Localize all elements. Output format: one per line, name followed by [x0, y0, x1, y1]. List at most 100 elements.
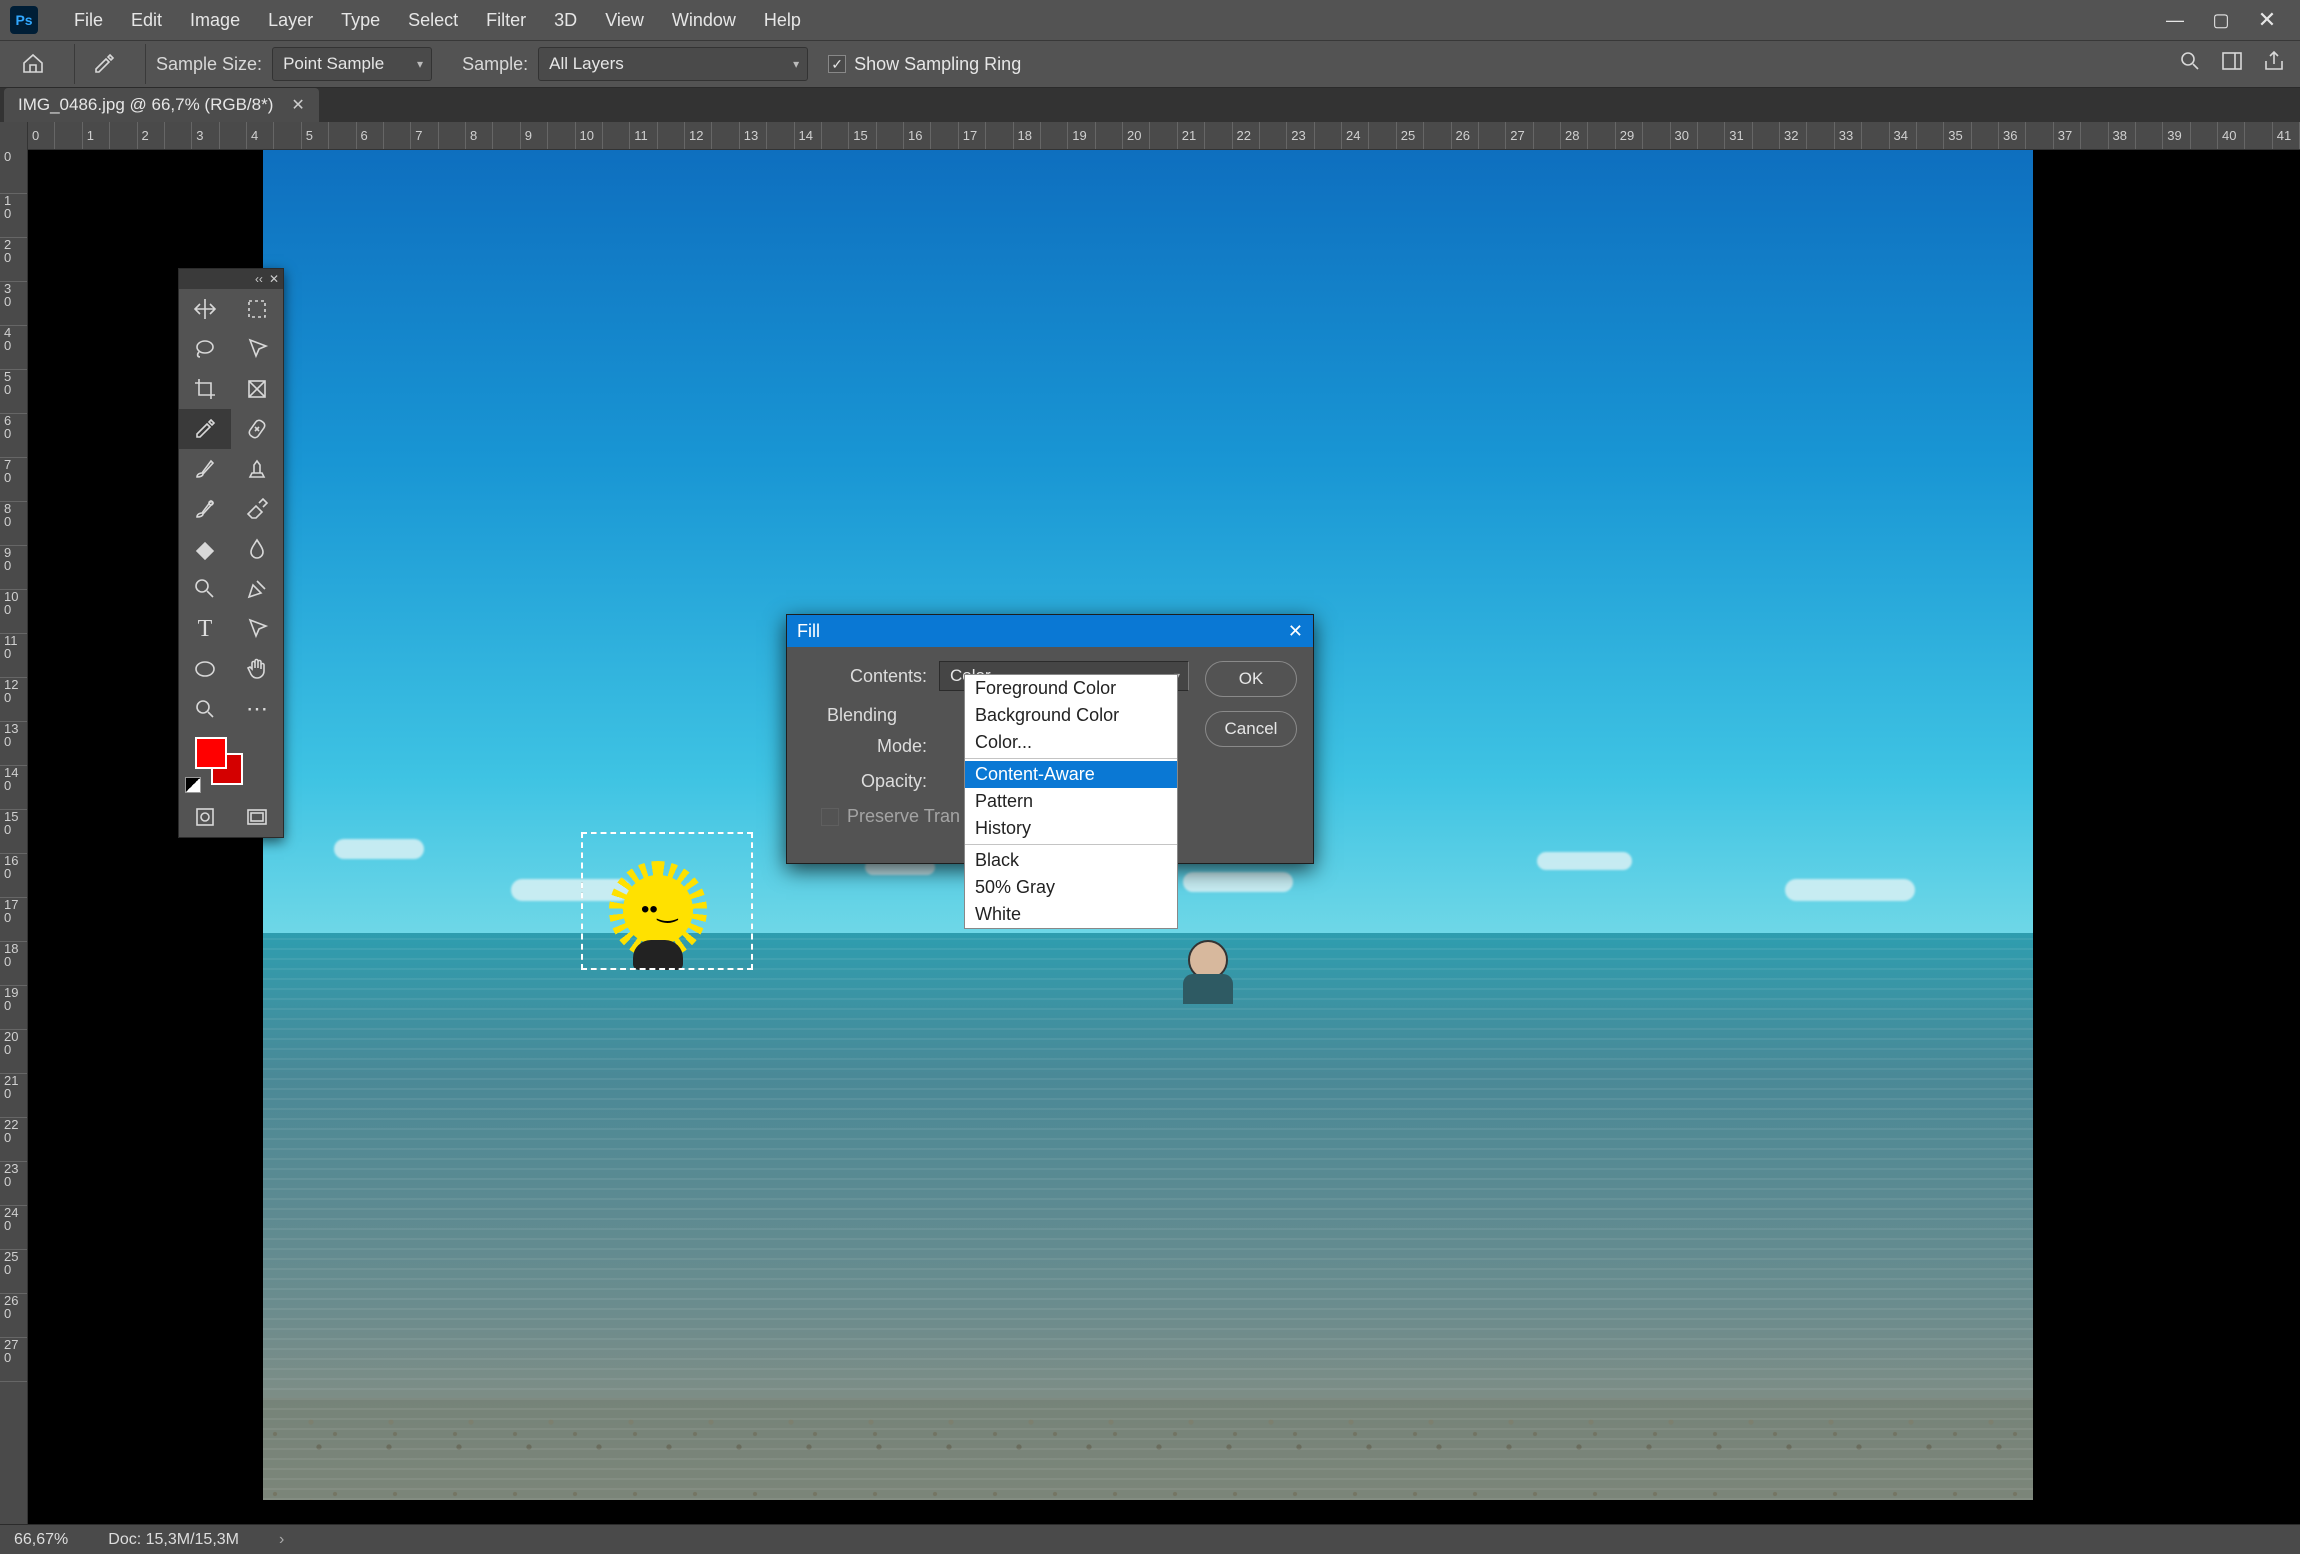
tools-panel[interactable]: ‹‹ ✕ T ⋯: [178, 268, 284, 838]
shape-tool[interactable]: [179, 649, 231, 689]
ruler-tick: 11: [630, 122, 657, 149]
tools-panel-header[interactable]: ‹‹ ✕: [179, 269, 283, 289]
dropdown-option[interactable]: History: [965, 815, 1177, 842]
dropdown-option[interactable]: Foreground Color: [965, 675, 1177, 702]
brush-tool[interactable]: [179, 449, 231, 489]
type-tool[interactable]: T: [179, 609, 231, 649]
dropdown-option[interactable]: Content-Aware: [965, 761, 1177, 788]
dropdown-option[interactable]: Black: [965, 847, 1177, 874]
screen-mode-button[interactable]: [231, 797, 283, 837]
ruler-tick: 130: [0, 722, 27, 766]
workspace-icon[interactable]: [2220, 49, 2244, 80]
menu-layer[interactable]: Layer: [254, 2, 327, 39]
ruler-tick: 10: [0, 194, 27, 238]
marquee-selection[interactable]: [581, 832, 753, 970]
ruler-tick: 17: [959, 122, 986, 149]
options-bar: Sample Size: Point Sample▾ Sample: All L…: [0, 40, 2300, 88]
eyedropper-tool-icon[interactable]: [85, 45, 123, 83]
pen-tool[interactable]: [231, 569, 283, 609]
ruler-tick: 19: [1068, 122, 1095, 149]
share-icon[interactable]: [2262, 49, 2286, 80]
menu-3d[interactable]: 3D: [540, 2, 591, 39]
document-tab[interactable]: IMG_0486.jpg @ 66,7% (RGB/8*) ✕: [4, 88, 319, 122]
path-select-tool[interactable]: [231, 609, 283, 649]
ok-button[interactable]: OK: [1205, 661, 1297, 697]
ruler-tick: [1753, 122, 1780, 149]
ruler-tick: [1096, 122, 1123, 149]
show-sampling-ring-checkbox[interactable]: ✓: [828, 55, 846, 73]
ruler-tick: 32: [1780, 122, 1807, 149]
ruler-tick: 39: [2163, 122, 2190, 149]
window-maximize-button[interactable]: ▢: [2198, 4, 2244, 36]
ruler-tick: [603, 122, 630, 149]
close-icon[interactable]: ✕: [269, 272, 279, 286]
sample-value: All Layers: [549, 54, 624, 74]
ruler-tick: 31: [1725, 122, 1752, 149]
doc-size[interactable]: Doc: 15,3M/15,3M: [108, 1531, 239, 1549]
crop-tool[interactable]: [179, 369, 231, 409]
zoom-tool[interactable]: [179, 689, 231, 729]
color-swatches[interactable]: [179, 729, 283, 797]
zoom-level[interactable]: 66,67%: [14, 1531, 68, 1549]
ruler-tick: [329, 122, 356, 149]
ruler-tick: 26: [1452, 122, 1479, 149]
menu-image[interactable]: Image: [176, 2, 254, 39]
menu-edit[interactable]: Edit: [117, 2, 176, 39]
menu-filter[interactable]: Filter: [472, 2, 540, 39]
blur-tool[interactable]: [231, 529, 283, 569]
move-tool[interactable]: [179, 289, 231, 329]
quick-mask-button[interactable]: [179, 797, 231, 837]
menu-select[interactable]: Select: [394, 2, 472, 39]
dialog-titlebar[interactable]: Fill ✕: [787, 615, 1313, 647]
hand-tool[interactable]: [231, 649, 283, 689]
eraser-tool[interactable]: [231, 489, 283, 529]
ruler-tick: [1807, 122, 1834, 149]
close-tab-icon[interactable]: ✕: [291, 95, 304, 115]
sample-size-select[interactable]: Point Sample▾: [272, 47, 432, 81]
collapse-icon[interactable]: ‹‹: [255, 272, 263, 286]
dropdown-option[interactable]: White: [965, 901, 1177, 928]
menu-help[interactable]: Help: [750, 2, 815, 39]
menu-view[interactable]: View: [591, 2, 658, 39]
healing-tool[interactable]: [231, 409, 283, 449]
clone-stamp-tool[interactable]: [231, 449, 283, 489]
home-icon[interactable]: [14, 45, 52, 83]
gradient-tool[interactable]: [179, 529, 231, 569]
dropdown-option[interactable]: Background Color: [965, 702, 1177, 729]
ruler-tick: [2136, 122, 2163, 149]
ruler-tick: [2026, 122, 2053, 149]
frame-tool[interactable]: [231, 369, 283, 409]
status-chevron-icon[interactable]: ›: [279, 1531, 284, 1549]
sample-select[interactable]: All Layers▾: [538, 47, 808, 81]
ruler-tick: 25: [1397, 122, 1424, 149]
search-icon[interactable]: [2178, 49, 2202, 80]
preserve-transparency-checkbox: [821, 808, 839, 826]
ruler-tick: [384, 122, 411, 149]
window-close-button[interactable]: ✕: [2244, 4, 2290, 36]
default-colors-icon[interactable]: [185, 777, 201, 793]
marquee-tool[interactable]: [231, 289, 283, 329]
dropdown-option[interactable]: 50% Gray: [965, 874, 1177, 901]
menu-type[interactable]: Type: [327, 2, 394, 39]
cancel-button[interactable]: Cancel: [1205, 711, 1297, 747]
lasso-tool[interactable]: [179, 329, 231, 369]
ruler-tick: 110: [0, 634, 27, 678]
ruler-tick: 16: [904, 122, 931, 149]
quick-select-tool[interactable]: [231, 329, 283, 369]
eyedropper-tool[interactable]: [179, 409, 231, 449]
edit-toolbar-button[interactable]: ⋯: [231, 689, 283, 729]
history-brush-tool[interactable]: [179, 489, 231, 529]
contents-dropdown-list[interactable]: Foreground ColorBackground ColorColor...…: [964, 674, 1178, 929]
dropdown-option[interactable]: Pattern: [965, 788, 1177, 815]
dropdown-option[interactable]: Color...: [965, 729, 1177, 756]
ruler-tick: 170: [0, 898, 27, 942]
menu-window[interactable]: Window: [658, 2, 750, 39]
window-minimize-button[interactable]: —: [2152, 4, 2198, 36]
dodge-tool[interactable]: [179, 569, 231, 609]
foreground-color-swatch[interactable]: [195, 737, 227, 769]
ruler-tick: 100: [0, 590, 27, 634]
menu-file[interactable]: File: [60, 2, 117, 39]
dialog-close-icon[interactable]: ✕: [1288, 621, 1303, 642]
ruler-tick: [1698, 122, 1725, 149]
ruler-tick: 4: [247, 122, 274, 149]
